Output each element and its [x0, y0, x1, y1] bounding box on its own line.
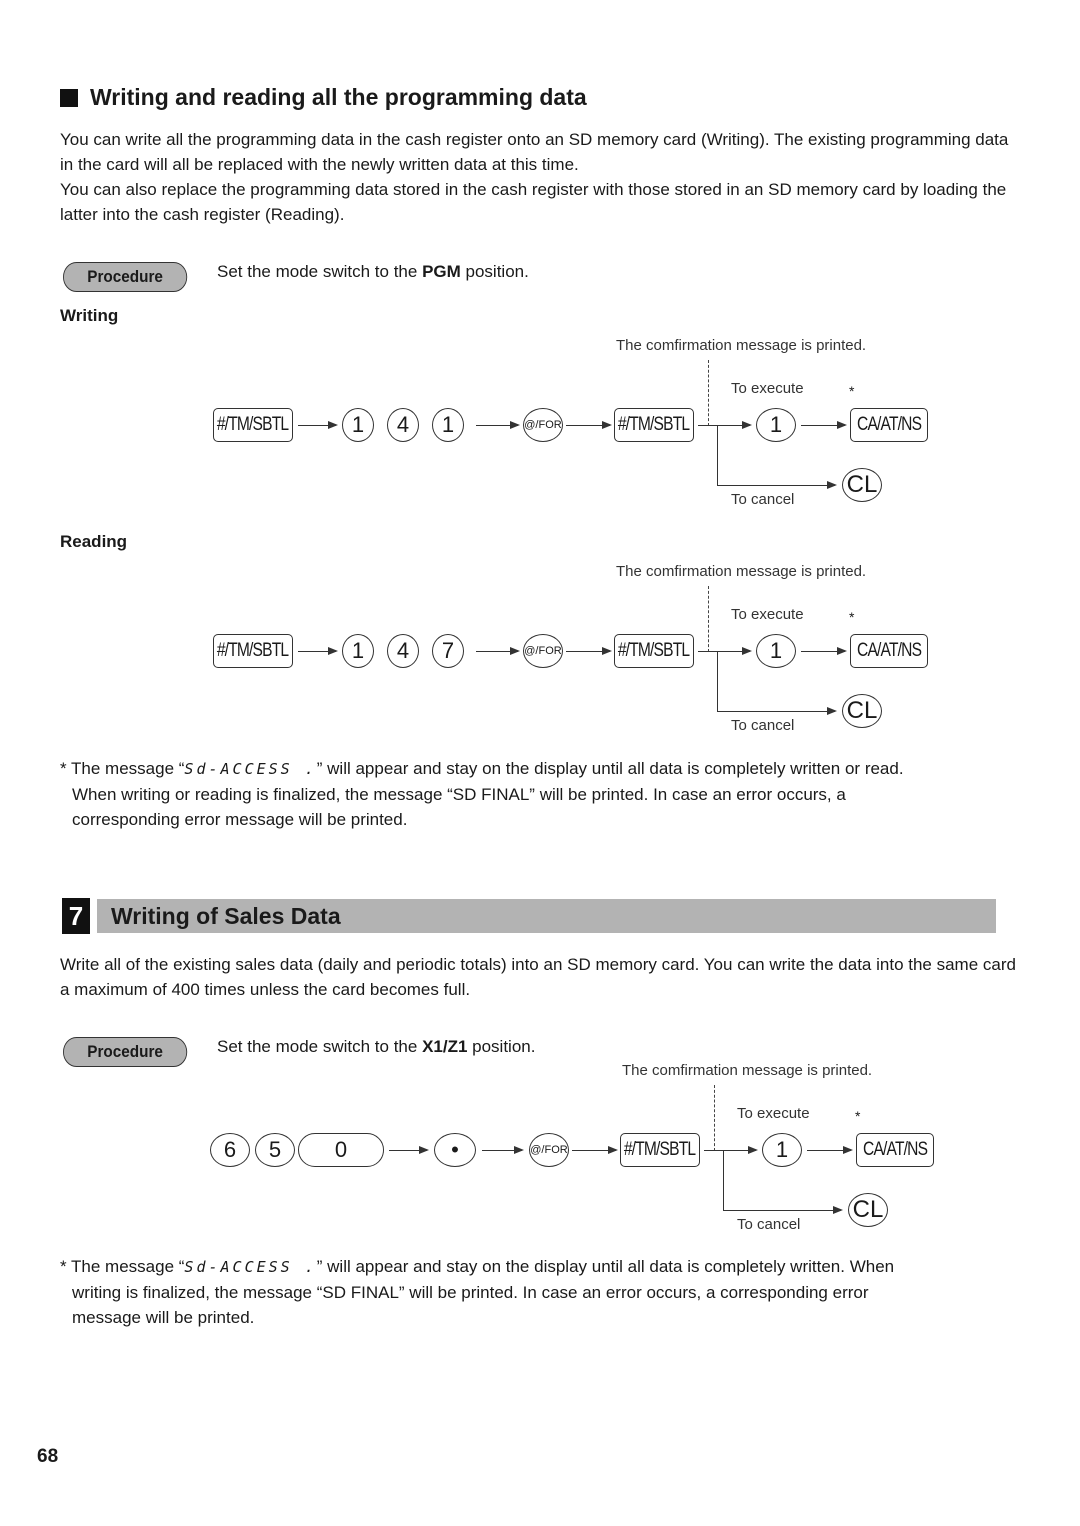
dashed-line — [708, 586, 709, 652]
dashed-line — [714, 1085, 715, 1151]
arrow — [298, 645, 338, 657]
key-ca-at-ns: CA/AT/NS — [850, 408, 928, 442]
arrow — [704, 1144, 758, 1156]
arrow — [476, 419, 520, 431]
key-at-for: @/FOR — [523, 408, 563, 442]
footnote: * The message “Sd-ACCESS .” will appear … — [60, 1257, 895, 1327]
arrow — [298, 419, 338, 431]
arrow — [698, 419, 752, 431]
key-tm-sbtl: #/TM/SBTL — [213, 634, 293, 668]
arrow — [807, 1144, 853, 1156]
confirmation-note: The comfirmation message is printed. — [622, 1062, 873, 1079]
asterisk: * — [855, 1108, 861, 1124]
execute-label: To execute — [737, 1105, 810, 1122]
intro-paragraph-1: You can write all the programming data i… — [60, 130, 1009, 174]
arrow — [717, 705, 837, 717]
key-cl: CL — [842, 468, 882, 502]
key-4: 4 — [387, 634, 419, 668]
key-ca-at-ns: CA/AT/NS — [856, 1133, 934, 1167]
arrow — [801, 419, 847, 431]
cancel-label: To cancel — [731, 717, 795, 734]
arrow — [717, 479, 837, 491]
key-decimal-point: • — [434, 1133, 476, 1167]
arrow — [723, 1204, 843, 1216]
section-number: 7 — [62, 898, 90, 934]
key-1: 1 — [756, 634, 796, 668]
asterisk: * — [849, 609, 855, 625]
procedure-badge: Procedure — [63, 1037, 188, 1067]
confirmation-note: The comfirmation message is printed. — [616, 563, 867, 580]
key-tm-sbtl: #/TM/SBTL — [620, 1133, 700, 1167]
reading-heading: Reading — [60, 532, 128, 551]
key-0: 0 — [298, 1133, 384, 1167]
key-at-for: @/FOR — [523, 634, 563, 668]
footnote: * The message “Sd-ACCESS .” will appear … — [60, 759, 904, 829]
confirmation-note: The comfirmation message is printed. — [616, 337, 867, 354]
section-paragraph: Write all of the existing sales data (da… — [60, 955, 1016, 999]
key-1: 1 — [762, 1133, 802, 1167]
execute-label: To execute — [731, 380, 804, 397]
key-4: 4 — [387, 408, 419, 442]
key-tm-sbtl: #/TM/SBTL — [213, 408, 293, 442]
cancel-label: To cancel — [737, 1216, 801, 1233]
writing-heading: Writing — [60, 306, 119, 325]
key-1: 1 — [342, 408, 374, 442]
key-at-for: @/FOR — [529, 1133, 569, 1167]
key-cl: CL — [842, 694, 882, 728]
page-number: 68 — [37, 1446, 59, 1467]
procedure-instruction: Set the mode switch to the PGM position. — [217, 262, 529, 281]
key-6: 6 — [210, 1133, 250, 1167]
arrow — [698, 645, 752, 657]
asterisk: * — [849, 383, 855, 399]
lcd-message: Sd-ACCESS . — [184, 1258, 317, 1276]
key-7: 7 — [432, 634, 464, 668]
arrow — [566, 645, 612, 657]
key-tm-sbtl: #/TM/SBTL — [614, 408, 694, 442]
arrow — [482, 1144, 524, 1156]
key-5: 5 — [255, 1133, 295, 1167]
branch-line — [717, 425, 719, 485]
arrow — [572, 1144, 618, 1156]
arrow — [801, 645, 847, 657]
arrow — [389, 1144, 429, 1156]
execute-label: To execute — [731, 606, 804, 623]
section-title: Writing of Sales Data — [97, 899, 996, 933]
arrow — [476, 645, 520, 657]
lcd-message: Sd-ACCESS . — [184, 760, 317, 778]
section-title: Writing and reading all the programming … — [60, 84, 587, 111]
key-1: 1 — [342, 634, 374, 668]
key-tm-sbtl: #/TM/SBTL — [614, 634, 694, 668]
branch-line — [717, 651, 719, 711]
square-bullet-icon — [60, 88, 78, 107]
key-cl: CL — [848, 1193, 888, 1227]
key-1: 1 — [756, 408, 796, 442]
key-ca-at-ns: CA/AT/NS — [850, 634, 928, 668]
cancel-label: To cancel — [731, 491, 795, 508]
procedure-badge: Procedure — [63, 262, 188, 292]
intro-paragraph-2: You can also replace the programming dat… — [60, 180, 1007, 224]
procedure-instruction: Set the mode switch to the X1/Z1 positio… — [217, 1037, 536, 1056]
dashed-line — [708, 360, 709, 426]
arrow — [566, 419, 612, 431]
branch-line — [723, 1150, 725, 1210]
section-band: 7 Writing of Sales Data — [62, 898, 996, 934]
key-1: 1 — [432, 408, 464, 442]
